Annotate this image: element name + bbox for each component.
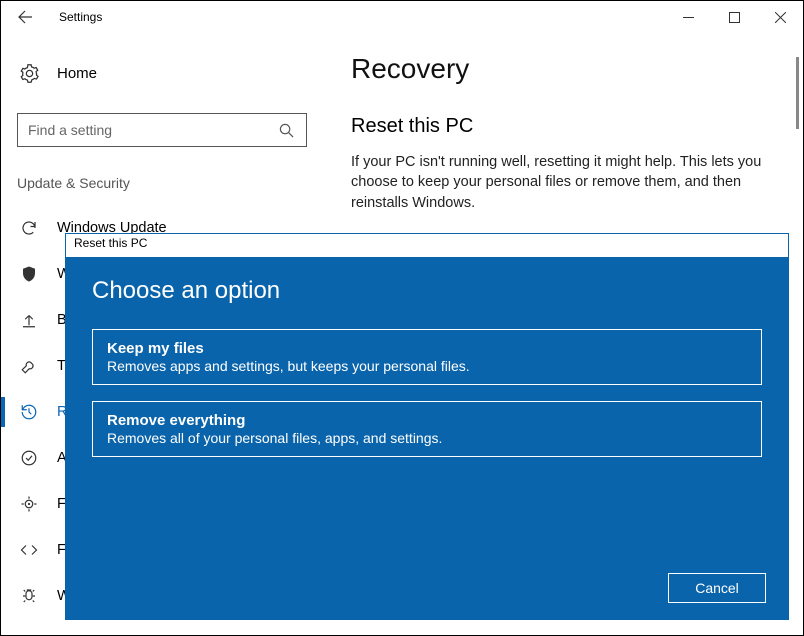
code-icon [17,541,41,559]
backup-icon [17,311,41,329]
dialog-body: Choose an option Keep my files Removes a… [66,257,788,619]
titlebar: Settings [1,1,803,33]
dialog-heading: Choose an option [92,277,762,305]
option-keep-my-files[interactable]: Keep my files Removes apps and settings,… [92,329,762,385]
check-circle-icon [17,449,41,467]
history-icon [17,403,41,421]
close-button[interactable] [757,1,803,33]
shield-icon [17,265,41,283]
option-remove-everything[interactable]: Remove everything Removes all of your pe… [92,401,762,457]
window-controls [665,1,803,33]
page-title: Recovery [351,53,775,85]
option-title: Keep my files [107,340,747,357]
location-icon [17,495,41,513]
arrow-left-icon [17,9,33,25]
close-icon [775,12,786,23]
bug-icon [17,587,41,605]
back-button[interactable] [7,1,43,33]
option-title: Remove everything [107,412,747,429]
section-header: Update & Security [17,175,315,191]
minimize-icon [683,12,694,23]
search-icon [276,123,296,138]
gear-icon [17,64,41,83]
minimize-button[interactable] [665,1,711,33]
search-placeholder: Find a setting [28,122,276,138]
search-input[interactable]: Find a setting [17,113,307,147]
home-label: Home [57,65,97,82]
home-nav-item[interactable]: Home [17,53,315,93]
option-desc: Removes all of your personal files, apps… [107,430,747,446]
scrollbar[interactable] [796,57,799,129]
section-description: If your PC isn't running well, resetting… [351,152,775,213]
sync-icon [17,219,41,237]
maximize-button[interactable] [711,1,757,33]
reset-pc-dialog: Reset this PC Choose an option Keep my f… [65,233,789,620]
section-subtitle: Reset this PC [351,115,775,138]
dialog-title: Reset this PC [66,234,788,257]
cancel-label: Cancel [695,580,739,596]
maximize-icon [729,12,740,23]
wrench-icon [17,357,41,375]
cancel-button[interactable]: Cancel [668,573,766,603]
option-desc: Removes apps and settings, but keeps you… [107,358,747,374]
window-title: Settings [59,10,102,24]
